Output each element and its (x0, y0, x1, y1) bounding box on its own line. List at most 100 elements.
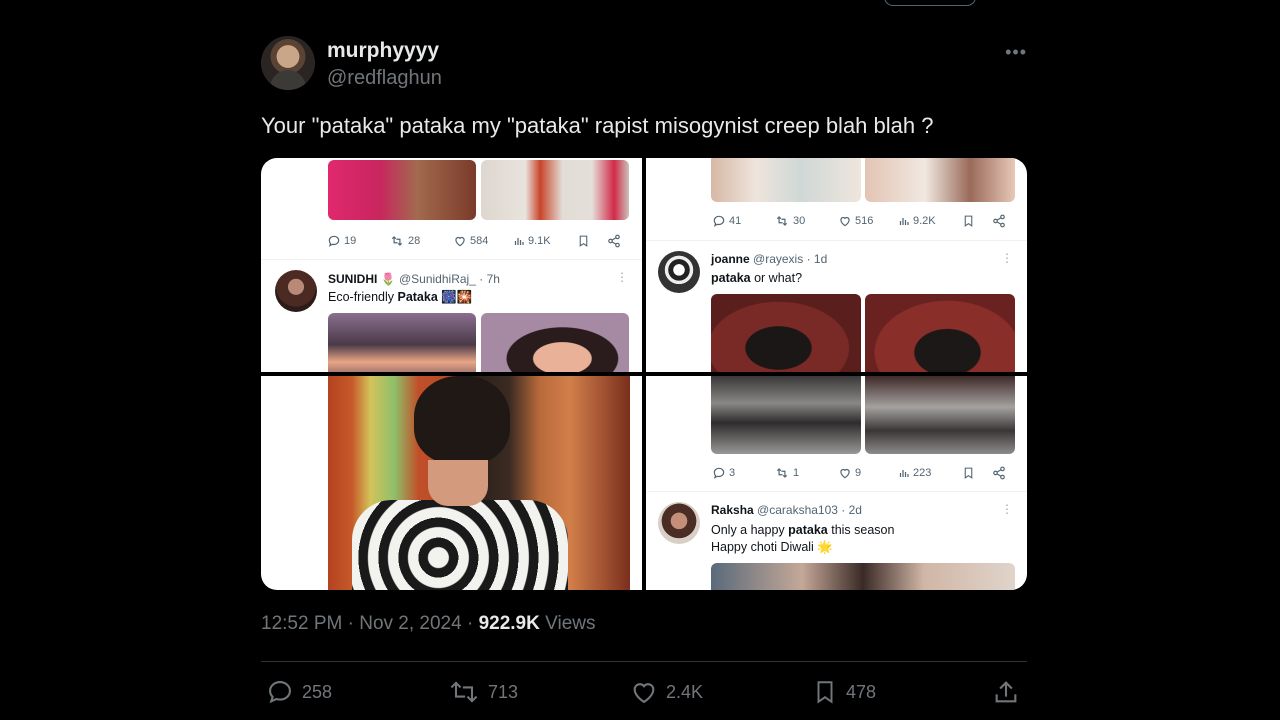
reply-stat: 19 (327, 234, 389, 248)
repost-icon (776, 216, 788, 226)
reply-icon (269, 681, 291, 704)
text-part: Eco-friendly (328, 290, 398, 304)
bookmark-button[interactable]: 478 (812, 678, 876, 706)
bookmark-icon (964, 467, 973, 479)
analytics-icon (899, 470, 909, 477)
author-display-name[interactable]: murphyyyy (327, 39, 439, 63)
analytics-icon (899, 218, 909, 225)
embedded-photo (328, 313, 476, 372)
repost-icon (450, 681, 478, 703)
text-part: Only a happy (711, 523, 789, 537)
text-part: this season (827, 523, 895, 537)
text-bold-part: pataka (711, 271, 751, 285)
embedded-more-icon: ⋮ (1001, 502, 1013, 516)
repost-count: 28 (408, 235, 421, 247)
heart-icon (455, 236, 465, 247)
repost-count: 713 (488, 681, 519, 702)
media-image-top-right[interactable]: 41 30 516 9.2K joanne @rayexis · 1d ⋮ pa… (646, 158, 1027, 372)
embedded-photo (711, 294, 861, 372)
embedded-photo (328, 160, 476, 220)
embedded-post-text-line2: Happy choti Diwali 🌟 (711, 540, 833, 554)
embedded-post-time: · 1d (806, 252, 828, 266)
tweet-meta: 12:52 PM · Nov 2, 2024 · 922.9K Views (261, 613, 595, 635)
embedded-post-actions: 41 30 516 9.2K (712, 214, 1012, 228)
reply-count: 41 (729, 215, 742, 227)
repost-count: 30 (793, 215, 806, 227)
embedded-author-name: Raksha (711, 503, 754, 517)
top-partial-button[interactable] (884, 0, 976, 6)
reply-count: 19 (344, 235, 357, 247)
views-count: 9.2K (913, 215, 936, 227)
embedded-post-time: · 2d (841, 503, 862, 517)
share-icon (993, 214, 1005, 228)
embedded-photo (481, 313, 629, 372)
like-button[interactable]: 2.4K (630, 678, 703, 706)
embedded-author-handle: @rayexis (753, 252, 804, 266)
bookmark-stat (962, 214, 992, 228)
media-image-top-left[interactable]: 19 28 584 9.1K SUNIDHI 🌷 @SunidhiRaj_ · … (261, 158, 642, 372)
tweet-media-grid[interactable]: 19 28 584 9.1K SUNIDHI 🌷 @SunidhiRaj_ · … (261, 158, 1027, 590)
share-icon (993, 466, 1005, 480)
embedded-post-time: · 7h (479, 272, 500, 286)
bookmark-stat (577, 234, 607, 248)
reply-icon (328, 235, 340, 247)
embedded-author-name: SUNIDHI (328, 272, 378, 286)
repost-count: 1 (793, 467, 800, 479)
like-count: 9 (855, 467, 862, 479)
repost-stat: 1 (774, 466, 838, 480)
embedded-post-actions: 19 28 584 9.1K (327, 234, 627, 248)
tweet-header: murphyyyy @redflaghun ••• (261, 36, 1027, 92)
text-part: 🎆🎇 (437, 290, 473, 304)
share-icon (995, 681, 1017, 703)
bookmark-count: 478 (846, 681, 877, 702)
embedded-photo (711, 376, 861, 454)
tweet-date[interactable]: Nov 2, 2024 (359, 613, 461, 634)
like-stat: 584 (453, 234, 513, 248)
embedded-more-icon: ⋮ (616, 270, 628, 284)
embedded-author-handle: @caraksha103 (757, 503, 838, 517)
reply-button[interactable]: 258 (266, 678, 332, 706)
bookmark-icon (579, 235, 588, 247)
share-icon (608, 234, 620, 248)
share-button[interactable] (992, 678, 1020, 706)
like-stat: 9 (838, 466, 898, 480)
embedded-post-text: pataka or what? (711, 270, 802, 287)
repost-button[interactable]: 713 (448, 678, 518, 706)
like-count: 516 (855, 215, 874, 227)
embedded-author-handle: @SunidhiRaj_ (398, 272, 476, 286)
views-count: 922.9K (478, 613, 540, 634)
views-stat: 223 (898, 466, 962, 480)
reply-stat: 3 (712, 466, 774, 480)
embedded-photo (865, 158, 1015, 202)
like-count: 2.4K (666, 681, 704, 702)
heart-icon (840, 468, 850, 479)
heart-icon (840, 216, 850, 227)
embedded-post-text: Eco-friendly Pataka 🎆🎇 (328, 289, 472, 306)
divider (646, 491, 1027, 492)
bookmark-icon (964, 215, 973, 227)
separator (261, 661, 1027, 662)
author-handle[interactable]: @redflaghun (327, 67, 442, 90)
embedded-avatar (658, 502, 700, 544)
repost-icon (391, 236, 403, 246)
embedded-photo (481, 160, 629, 220)
text-part: or what? (750, 271, 803, 285)
embedded-author-name: joanne (711, 252, 750, 266)
views-stat: 9.2K (898, 214, 962, 228)
media-image-bottom-left[interactable] (261, 376, 642, 590)
embedded-author: SUNIDHI 🌷 @SunidhiRaj_ · 7h (328, 272, 500, 286)
embedded-photo (711, 563, 1015, 590)
embedded-post-actions: 3 1 9 223 (712, 466, 1012, 480)
views-count: 223 (913, 467, 932, 479)
more-options-icon[interactable]: ••• (1005, 42, 1027, 63)
media-image-bottom-right[interactable]: 3 1 9 223 Raksha @caraksha103 · 2d ⋮ Onl… (646, 376, 1027, 590)
embedded-photo (865, 376, 1015, 454)
tweet-time[interactable]: 12:52 PM (261, 613, 342, 634)
reply-count: 258 (302, 681, 333, 702)
reply-icon (713, 215, 725, 227)
text-bold-part: Pataka (397, 290, 438, 304)
share-stat (992, 466, 1006, 480)
embedded-author: joanne @rayexis · 1d (711, 252, 827, 266)
heart-icon (633, 683, 655, 704)
author-avatar[interactable] (261, 36, 315, 90)
